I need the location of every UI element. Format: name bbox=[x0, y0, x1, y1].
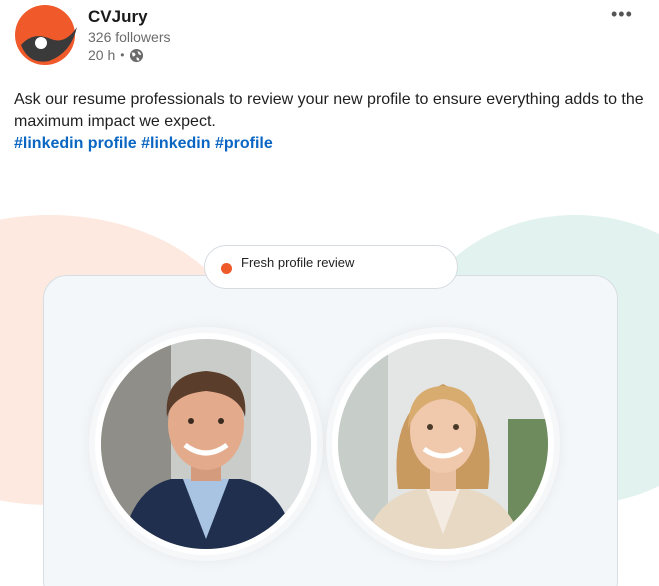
woman-portrait-image bbox=[338, 339, 548, 549]
author-name[interactable]: CVJury bbox=[88, 7, 148, 27]
globe-icon bbox=[130, 48, 144, 62]
separator-dot: • bbox=[120, 48, 125, 62]
post-header: CVJury 326 followers 20 h • ••• bbox=[0, 0, 659, 72]
man-portrait-image bbox=[101, 339, 311, 549]
review-badge-label: Fresh profile review bbox=[241, 255, 355, 270]
review-badge: Fresh profile review bbox=[204, 245, 458, 289]
hashtag-link[interactable]: #profile bbox=[215, 135, 273, 152]
more-options-button[interactable]: ••• bbox=[611, 4, 633, 25]
status-dot-icon bbox=[221, 263, 232, 274]
company-logo[interactable] bbox=[13, 5, 78, 65]
post-text: Ask our resume professionals to review y… bbox=[14, 91, 644, 130]
woman-portrait bbox=[332, 333, 554, 555]
man-portrait bbox=[95, 333, 317, 555]
post-meta: 20 h • bbox=[88, 47, 144, 63]
hashtag-link[interactable]: #linkedin profile bbox=[14, 135, 137, 152]
post-time: 20 h bbox=[88, 47, 116, 63]
hashtag-list: #linkedin profile #linkedin #profile bbox=[14, 133, 273, 155]
followers-count: 326 followers bbox=[88, 29, 171, 45]
hashtag-link[interactable]: #linkedin bbox=[141, 135, 210, 152]
